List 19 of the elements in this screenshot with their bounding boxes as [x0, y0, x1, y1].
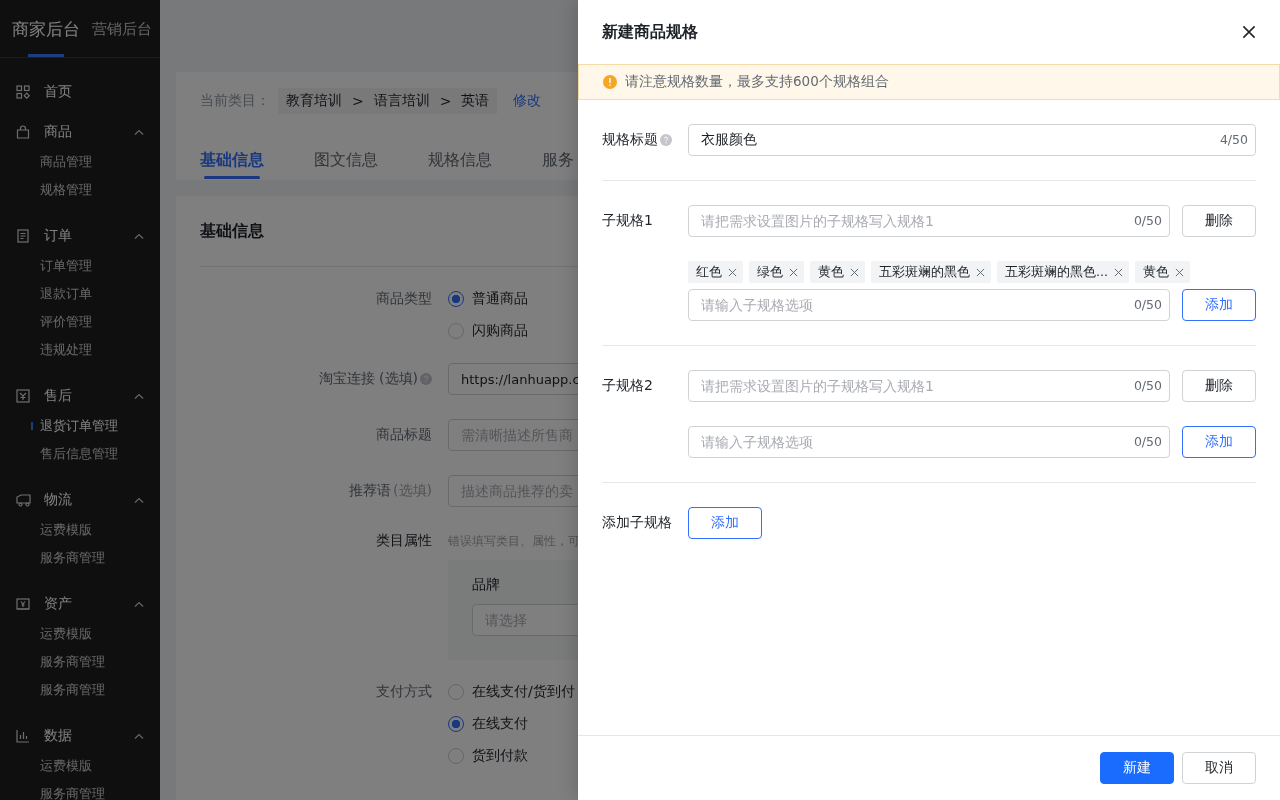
form-label: 商品类型 — [376, 290, 432, 308]
form-label: 推荐语 — [349, 482, 392, 500]
form-label: 类目属性 — [376, 532, 432, 550]
form-label: 支付方式 — [376, 683, 432, 701]
form-label: 添加子规格 — [602, 514, 673, 532]
character-counter: 4/50 — [1219, 132, 1248, 148]
character-counter: 0/50 — [1133, 434, 1162, 450]
field-label: 品牌 — [472, 575, 501, 594]
form-label: 商品标题 — [376, 426, 432, 444]
character-counter: 0/50 — [1133, 378, 1162, 394]
character-counter: 0/50 — [1133, 297, 1162, 313]
category-path: 教育培训 > 语言培训 > 英语 — [278, 88, 498, 114]
alert-text: 请注意规格数量，最多支持600个规格组合 — [625, 73, 889, 91]
form-label: 子规格1 — [602, 212, 654, 230]
form-label: 淘宝连接 (选填) — [318, 370, 418, 388]
character-counter: 0/50 — [1133, 213, 1162, 229]
drawer-title: 新建商品规格 — [602, 21, 698, 43]
form-label: 规格标题 — [602, 131, 658, 149]
form-label: 子规格2 — [602, 377, 654, 395]
